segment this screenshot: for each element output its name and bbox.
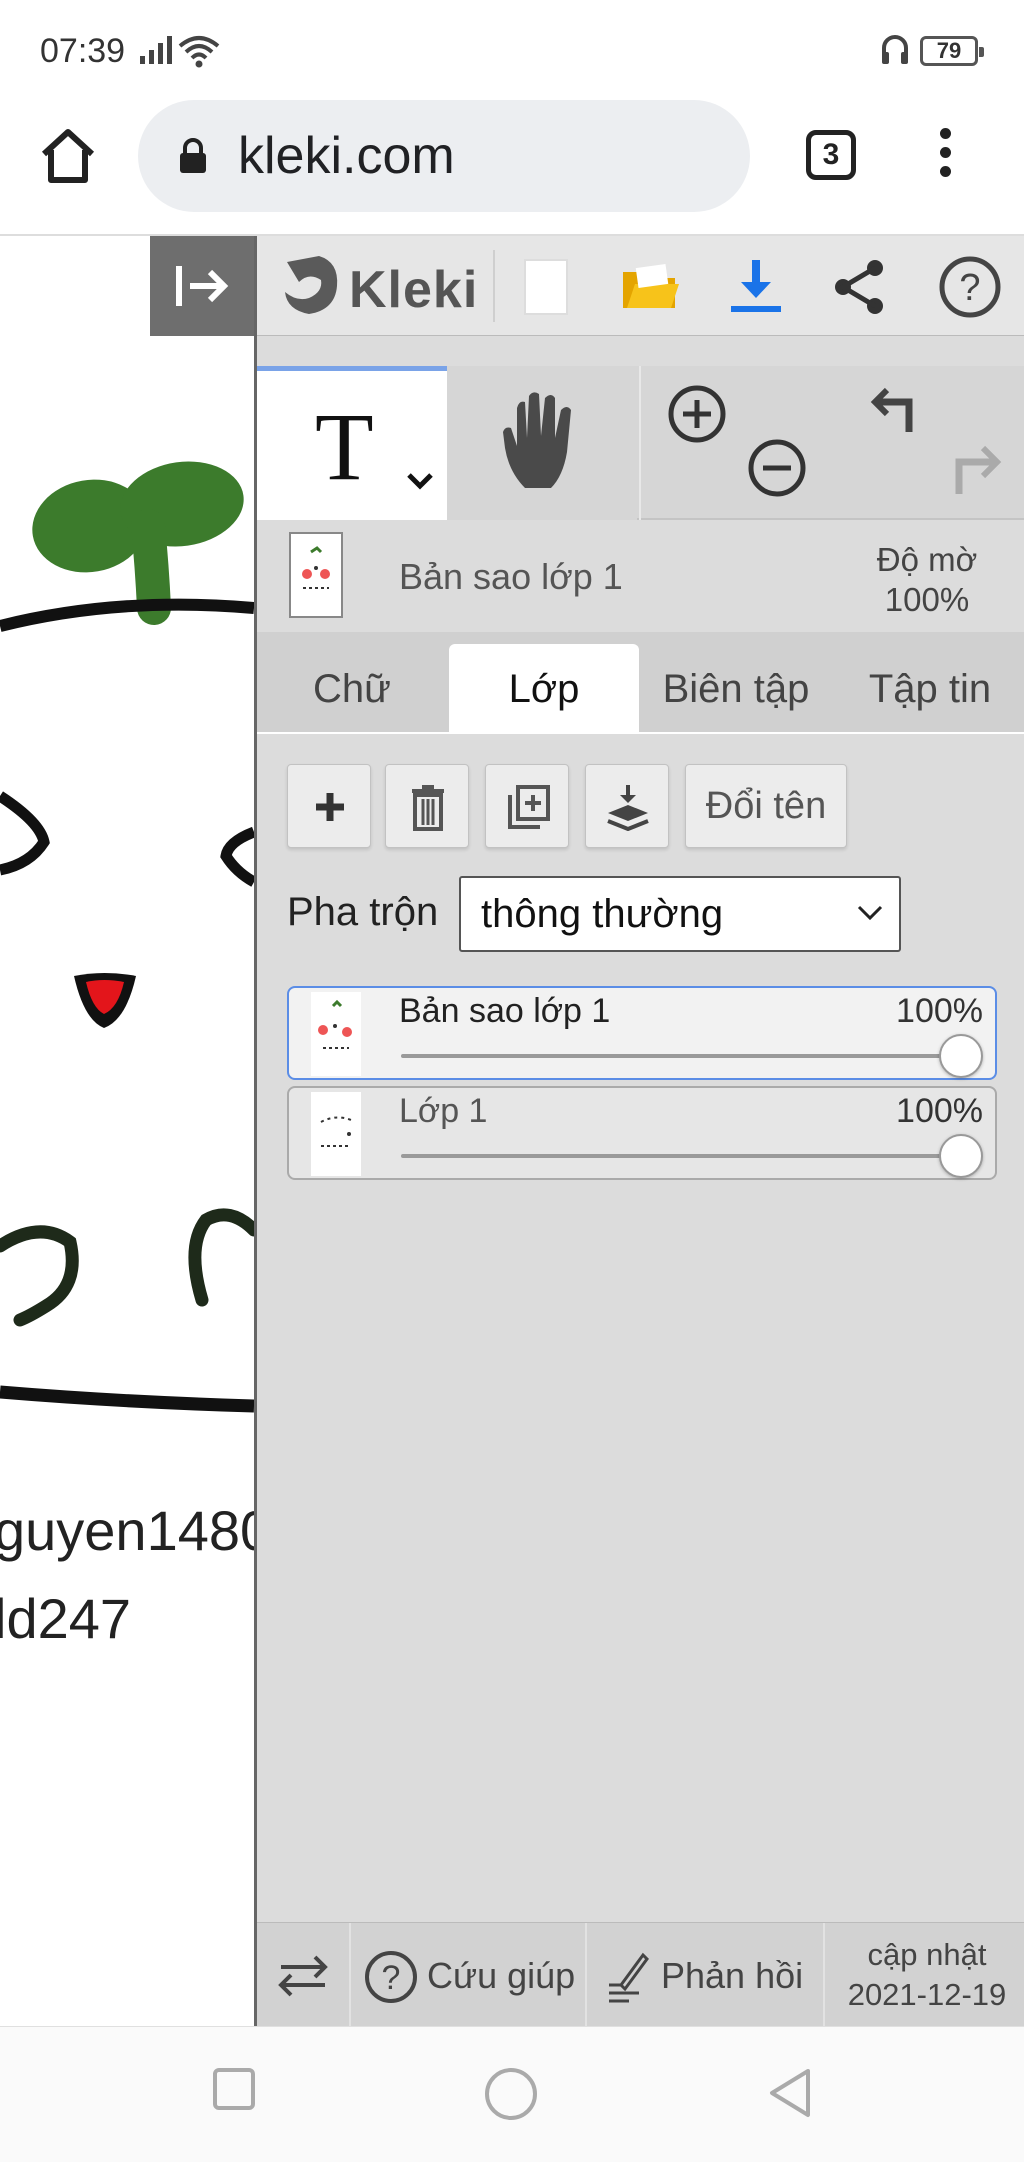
- feedback-pen-icon: [609, 1952, 649, 2003]
- layer-name: Lớp 1: [399, 1092, 488, 1130]
- duplicate-layer-button[interactable]: [485, 764, 569, 848]
- blend-mode-select[interactable]: thông thường: [459, 876, 901, 952]
- kleki-logo-icon: [285, 256, 338, 314]
- swap-arrows-icon: [278, 1955, 328, 1997]
- tool-row: T: [257, 366, 1024, 520]
- svg-text:?: ?: [382, 1959, 401, 1997]
- slider-knob[interactable]: [939, 1034, 983, 1078]
- status-time: 07:39: [40, 32, 126, 70]
- battery-icon: 79: [920, 36, 984, 66]
- help-button[interactable]: ? Cứu giúp: [351, 1923, 587, 2027]
- kleki-logo[interactable]: Kleki: [279, 252, 489, 322]
- collapse-panel-button[interactable]: [150, 236, 254, 336]
- chevron-down-icon[interactable]: [405, 471, 435, 496]
- layer-name: Bản sao lớp 1: [399, 992, 611, 1030]
- tool-panel: Kleki ? T Bản sao lớp 1 Độ mờ 100% Chữ L…: [254, 236, 1024, 2027]
- merge-layer-button[interactable]: [585, 764, 669, 848]
- drawing-canvas[interactable]: guyen1480 ld247: [0, 236, 254, 2026]
- text-tool-button[interactable]: T: [257, 366, 447, 520]
- zoom-out-icon[interactable]: [747, 438, 807, 503]
- layer-opacity-slider[interactable]: [401, 1134, 983, 1178]
- current-layer-name: Bản sao lớp 1: [399, 556, 623, 597]
- feedback-label: Phản hồi: [661, 1955, 804, 1996]
- layer-opacity-slider[interactable]: [401, 1034, 983, 1078]
- update-date: 2021-12-19: [847, 1977, 1007, 2012]
- open-folder-icon[interactable]: [617, 254, 683, 320]
- update-info[interactable]: cập nhật 2021-12-19: [827, 1935, 1024, 2015]
- panel-footer: ? Cứu giúp Phản hồi cập nhật 2021-12-19: [257, 1922, 1024, 2027]
- topbar-divider: [493, 250, 495, 322]
- wifi-icon: [178, 34, 220, 73]
- hand-tool-button[interactable]: [447, 366, 637, 520]
- layer-opacity: 100%: [896, 992, 983, 1030]
- zoom-in-icon[interactable]: [667, 384, 727, 449]
- duplicate-icon: [508, 785, 550, 829]
- blend-mode-label: Pha trộn: [287, 890, 439, 934]
- slider-knob[interactable]: [939, 1134, 983, 1178]
- browser-toolbar: kleki.com 3: [0, 100, 1024, 236]
- back-nav-icon[interactable]: [766, 2067, 814, 2124]
- canvas-drawing: [0, 461, 254, 1413]
- download-icon[interactable]: [723, 254, 789, 320]
- text-tool-icon: T: [315, 393, 374, 500]
- url-text: kleki.com: [238, 127, 455, 185]
- opacity-label: Độ mờ: [876, 541, 978, 578]
- undo-icon[interactable]: [865, 384, 927, 449]
- layer-item[interactable]: Bản sao lớp 1 100%: [287, 986, 997, 1080]
- redo-icon[interactable]: [945, 438, 1007, 503]
- new-file-icon[interactable]: [513, 254, 579, 320]
- current-layer-info: Bản sao lớp 1 Độ mờ 100%: [257, 522, 1024, 632]
- merge-down-icon: [607, 785, 649, 831]
- update-label: cập nhật: [867, 1937, 987, 1972]
- status-bar: 07:39 79: [0, 0, 1024, 100]
- panel-tabs: Chữ Lớp Biên tập Tập tin: [257, 632, 1024, 734]
- signal-icon: [140, 36, 174, 69]
- home-nav-icon[interactable]: [484, 2067, 538, 2126]
- logo-text: Kleki: [349, 261, 479, 319]
- plus-icon: [316, 793, 344, 821]
- svg-text:?: ?: [959, 267, 980, 309]
- help-label: Cứu giúp: [427, 1955, 576, 1996]
- layer-opacity: 100%: [896, 1092, 983, 1130]
- tool-divider: [639, 366, 641, 520]
- tab-edit[interactable]: Biên tập: [641, 644, 831, 734]
- rename-layer-button[interactable]: Đổi tên: [685, 764, 847, 848]
- swap-side-button[interactable]: [257, 1923, 351, 2027]
- share-icon[interactable]: [827, 254, 893, 320]
- canvas-text-line-1: guyen1480: [0, 1499, 254, 1562]
- tab-switcher-button[interactable]: 3: [806, 130, 856, 180]
- home-icon[interactable]: [38, 126, 98, 186]
- overflow-menu-icon[interactable]: [930, 128, 960, 188]
- current-layer-thumbnail: [289, 532, 343, 618]
- lock-icon: [178, 138, 208, 179]
- system-nav-bar: [0, 2026, 1024, 2162]
- headset-icon: [880, 34, 910, 71]
- recent-apps-icon[interactable]: [212, 2067, 256, 2116]
- app-topbar: Kleki ?: [257, 236, 1024, 336]
- tab-layers[interactable]: Lớp: [449, 644, 639, 734]
- add-layer-button[interactable]: [287, 764, 371, 848]
- canvas-text-line-2: ld247: [0, 1587, 132, 1650]
- layer-thumbnail: [311, 992, 361, 1076]
- layer-item[interactable]: Lớp 1 100%: [287, 1086, 997, 1180]
- opacity-value: 100%: [884, 581, 970, 618]
- url-bar[interactable]: kleki.com: [138, 100, 750, 212]
- blend-mode-value: thông thường: [481, 892, 724, 936]
- tab-text[interactable]: Chữ: [257, 644, 447, 734]
- help-circle-icon: ?: [365, 1951, 417, 2003]
- help-icon[interactable]: ?: [937, 254, 1003, 320]
- current-layer-opacity: Độ mờ 100%: [857, 540, 997, 620]
- hand-icon: [503, 392, 571, 488]
- layer-thumbnail: [311, 1092, 361, 1176]
- tab-file[interactable]: Tập tin: [835, 644, 1024, 734]
- trash-icon: [412, 785, 444, 831]
- delete-layer-button[interactable]: [385, 764, 469, 848]
- feedback-button[interactable]: Phản hồi: [587, 1923, 825, 2027]
- chevron-down-icon: [855, 902, 885, 929]
